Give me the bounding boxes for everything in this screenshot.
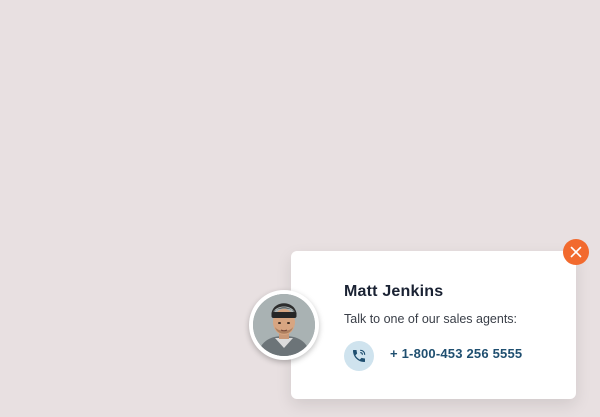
phone-number-link[interactable]: + 1-800-453 256 5555 xyxy=(390,346,522,361)
agent-subtitle: Talk to one of our sales agents: xyxy=(344,312,518,326)
close-button[interactable] xyxy=(563,239,589,265)
agent-name: Matt Jenkins xyxy=(344,283,444,300)
agent-avatar xyxy=(249,290,319,360)
phone-icon[interactable] xyxy=(344,341,374,371)
avatar-photo xyxy=(253,294,315,356)
close-icon xyxy=(570,246,582,258)
page: Matt Jenkins Talk to one of our sales ag… xyxy=(0,0,600,417)
phone-glyph xyxy=(353,349,366,362)
